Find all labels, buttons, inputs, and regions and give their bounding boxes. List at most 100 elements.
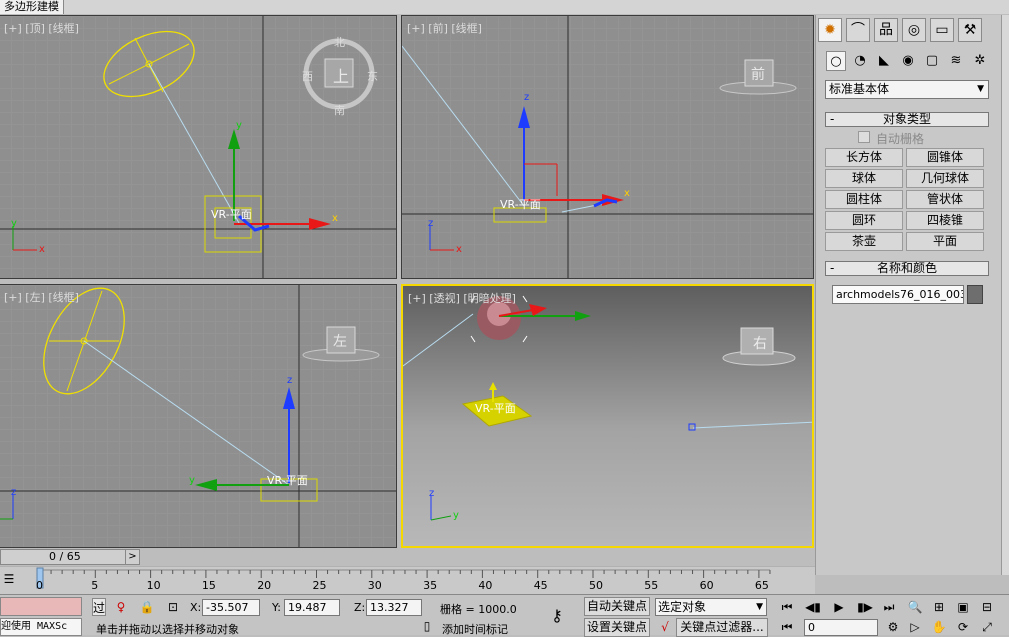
go-to-start-icon[interactable]: ⏮ (778, 598, 796, 616)
viewport-left[interactable]: z y z [+] [左] [线框] 左 VR-平面 (0, 284, 397, 548)
sphere-button[interactable]: 球体 (825, 169, 903, 188)
track-tick-label: 30 (367, 579, 382, 592)
svg-text:y: y (453, 510, 459, 521)
maxscript-output[interactable]: 迎使用 MAXSc (0, 618, 82, 636)
create-tab-icon[interactable]: ✹ (818, 18, 842, 42)
torus-button[interactable]: 圆环 (825, 211, 903, 230)
viewport-front[interactable]: z x z x [+] [前] [线框] 前 VR-平面 (401, 15, 814, 279)
zoom-all-icon[interactable]: ⊞ (930, 598, 948, 616)
helpers-icon[interactable]: ▢ (922, 51, 942, 71)
svg-text:x: x (39, 244, 45, 255)
viewport-top[interactable]: y x y x [+] [顶] [线框] 上 北 南 西 东 VR-平面 (0, 15, 397, 279)
box-button[interactable]: 长方体 (825, 148, 903, 167)
current-frame-field[interactable]: 0 (804, 619, 878, 636)
track-bar[interactable]: ☰ (0, 566, 815, 594)
compass-west: 西 (302, 70, 313, 83)
teapot-button[interactable]: 茶壶 (825, 232, 903, 251)
time-slider[interactable]: 0 / 65 > (0, 549, 140, 565)
viewport-front-label[interactable]: [+] [前] [线框] (407, 20, 482, 36)
next-frame-button-icon[interactable]: ▮▶ (856, 598, 874, 616)
absolute-mode-icon[interactable]: ⊡ (164, 598, 182, 616)
command-panel: ✹ ⌒ 品 ◎ ▭ ⚒ ○ ◔ ◣ ◉ ▢ ≋ ✲ 标准基本体 ▼ - 对象类型… (815, 15, 1001, 575)
viewport-top-label[interactable]: [+] [顶] [线框] (4, 20, 79, 36)
zoom-extents-all-icon[interactable]: ⊟ (978, 598, 996, 616)
cylinder-button[interactable]: 圆柱体 (825, 190, 903, 209)
key-selection-select[interactable]: 选定对象 ▼ (655, 598, 767, 616)
cone-button[interactable]: 圆锥体 (906, 148, 984, 167)
ribbon-tab-poly-modeling[interactable]: 多边形建模 (0, 0, 64, 14)
geometry-icon[interactable]: ○ (826, 51, 846, 71)
cameras-icon[interactable]: ◉ (898, 51, 918, 71)
viewcube-face-left[interactable]: 左 (333, 331, 347, 351)
maxscript-listener[interactable] (0, 597, 82, 616)
maximize-viewport-icon[interactable]: ⤢ (978, 618, 996, 636)
auto-key-button[interactable]: 自动关键点 (584, 597, 650, 616)
spacewarps-icon[interactable]: ≋ (946, 51, 966, 71)
next-frame-icon[interactable]: > (125, 550, 139, 564)
object-name-field[interactable]: archmodels76_016_003 (832, 285, 964, 304)
field-of-view-icon[interactable]: ▷ (906, 618, 924, 636)
track-bar-toggle-icon[interactable]: ☰ (0, 570, 18, 588)
svg-text:y: y (189, 475, 195, 486)
key-mode-icon[interactable]: √ (656, 618, 674, 636)
go-to-end-icon[interactable]: ⏭ (880, 598, 898, 616)
rollout-object-type[interactable]: - 对象类型 (825, 112, 989, 127)
systems-icon[interactable]: ✲ (970, 51, 990, 71)
selection-lock-icon[interactable]: 过 (92, 598, 106, 616)
orbit-icon[interactable]: ⟳ (954, 618, 972, 636)
viewcube-face-right[interactable]: 右 (753, 333, 767, 353)
key-mode-toggle-icon[interactable]: ⏮ (778, 618, 796, 636)
viewport-left-label[interactable]: [+] [左] [线框] (4, 289, 79, 305)
z-coordinate-field[interactable]: 13.327 (366, 599, 422, 616)
key-icon[interactable]: ⚷ (548, 607, 566, 625)
z-label: Z: (354, 601, 366, 614)
time-slider-frame: 0 / 65 (49, 550, 81, 563)
key-filters-button[interactable]: 关键点过滤器... (676, 618, 768, 637)
set-key-button[interactable]: 设置关键点 (584, 618, 650, 637)
track-tick-label: 10 (146, 579, 161, 592)
zoom-icon[interactable]: 🔍 (906, 598, 924, 616)
svg-text:x: x (456, 244, 462, 255)
time-config-icon[interactable]: ⚙ (884, 618, 902, 636)
viewcube-face-top[interactable]: 上 (333, 63, 349, 87)
rollout-name-color[interactable]: - 名称和颜色 (825, 261, 989, 276)
tube-button[interactable]: 管状体 (906, 190, 984, 209)
pyramid-button[interactable]: 四棱锥 (906, 211, 984, 230)
x-coordinate-field[interactable]: -35.507 (202, 599, 260, 616)
isolate-icon[interactable]: ♀ (112, 598, 130, 616)
autogrid-checkbox[interactable] (858, 131, 870, 143)
viewport-perspective-label[interactable]: [+] [透视] [明暗处理] (408, 290, 516, 306)
shapes-icon[interactable]: ◔ (850, 51, 870, 71)
panel-scrollbar[interactable] (1001, 15, 1009, 575)
rollout-name-color-title: 名称和颜色 (876, 261, 937, 275)
track-tick-label: 45 (533, 579, 548, 592)
hierarchy-tab-icon[interactable]: 品 (874, 18, 898, 42)
object-label-vr-plane: VR-平面 (500, 198, 541, 211)
time-tag-icon[interactable]: ▯ (418, 617, 436, 635)
previous-frame-icon[interactable]: ◀▮ (804, 598, 822, 616)
display-tab-icon[interactable]: ▭ (930, 18, 954, 42)
y-coordinate-field[interactable]: 19.487 (284, 599, 340, 616)
utilities-tab-icon[interactable]: ⚒ (958, 18, 982, 42)
viewcube-face-front[interactable]: 前 (751, 64, 765, 84)
motion-tab-icon[interactable]: ◎ (902, 18, 926, 42)
track-tick-label: 5 (91, 579, 99, 592)
track-tick-label: 0 (36, 579, 43, 592)
y-label: Y: (272, 601, 281, 614)
zoom-extents-icon[interactable]: ▣ (954, 598, 972, 616)
geosphere-button[interactable]: 几何球体 (906, 169, 984, 188)
track-tick-label: 40 (478, 579, 493, 592)
play-icon[interactable]: ▶ (830, 598, 848, 616)
plane-button[interactable]: 平面 (906, 232, 984, 251)
viewport-perspective[interactable]: z y [+] [透视] [明暗处理] 右 VR-平面 (401, 284, 814, 548)
svg-text:z: z (428, 218, 433, 229)
modify-tab-icon[interactable]: ⌒ (846, 18, 870, 42)
category-select[interactable]: 标准基本体 ▼ (825, 80, 989, 99)
lights-icon[interactable]: ◣ (874, 51, 894, 71)
category-select-value: 标准基本体 (829, 82, 890, 96)
object-color-swatch[interactable] (967, 285, 983, 304)
pan-icon[interactable]: ✋ (930, 618, 948, 636)
lock-icon[interactable]: 🔒 (138, 598, 156, 616)
compass-north: 北 (334, 36, 345, 49)
svg-text:z: z (287, 375, 292, 386)
